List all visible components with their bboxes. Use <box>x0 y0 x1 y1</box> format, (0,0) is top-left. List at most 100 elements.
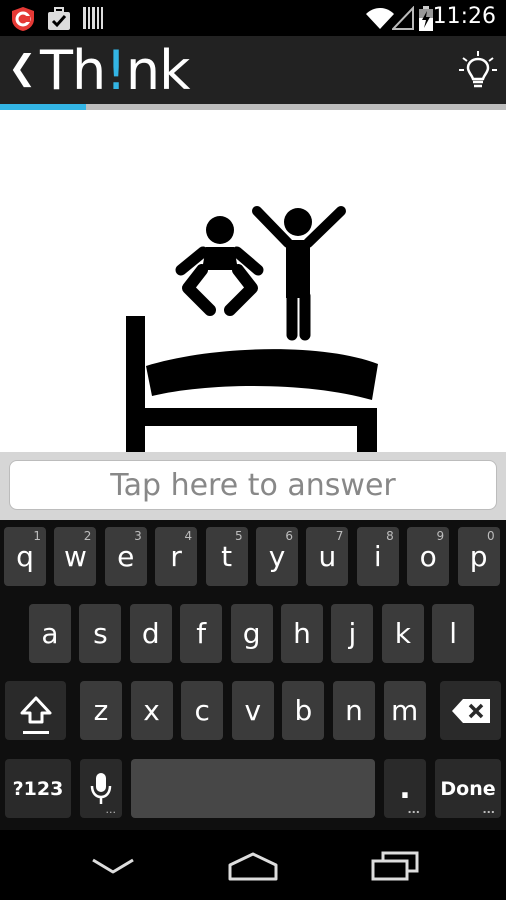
key-label: u <box>318 540 337 573</box>
shift-key[interactable] <box>5 681 66 740</box>
jumping-on-bed-pictogram <box>126 206 378 452</box>
recent-apps-icon[interactable] <box>360 846 430 886</box>
key-label: g <box>242 617 261 650</box>
key-label: q <box>16 540 34 573</box>
key-label: i <box>373 540 382 573</box>
key-p[interactable]: 0p <box>457 527 500 586</box>
key-k[interactable]: k <box>381 604 424 663</box>
home-icon[interactable] <box>218 846 288 886</box>
backspace-icon <box>451 698 490 723</box>
done-key[interactable]: Done ... <box>435 759 501 818</box>
symbols-key-label: ?123 <box>12 777 64 800</box>
key-label: o <box>419 540 437 573</box>
briefcase-check-icon <box>46 6 72 36</box>
period-key[interactable]: . ... <box>384 759 426 818</box>
key-f[interactable]: f <box>180 604 223 663</box>
key-hint: 7 <box>335 529 344 543</box>
chevron-left-icon[interactable]: ❮ <box>8 48 37 88</box>
key-label: r <box>170 540 182 573</box>
key-label: d <box>141 617 160 650</box>
key-s[interactable]: s <box>79 604 122 663</box>
shield-app-icon <box>10 6 36 36</box>
key-hint: 5 <box>234 529 243 543</box>
clock: 11:26 <box>432 4 496 29</box>
key-m[interactable]: m <box>383 681 426 740</box>
key-d[interactable]: d <box>129 604 172 663</box>
key-hint: 0 <box>486 529 495 543</box>
answer-input[interactable] <box>9 460 497 510</box>
barcode-icon <box>82 6 104 34</box>
key-label: n <box>345 694 363 727</box>
app-title[interactable]: Th!nk <box>40 39 190 102</box>
key-a[interactable]: a <box>29 604 71 663</box>
key-label: t <box>221 540 233 573</box>
puzzle-area <box>0 110 506 452</box>
key-g[interactable]: g <box>230 604 273 663</box>
key-label: y <box>268 540 286 573</box>
shift-icon <box>20 696 51 723</box>
navigation-bar <box>0 830 506 900</box>
space-key[interactable] <box>131 759 375 818</box>
key-hint: 6 <box>285 529 293 543</box>
key-hint: 1 <box>33 529 41 543</box>
period-more-dots: ... <box>407 803 420 816</box>
soft-keyboard: ?123 ... . ... Done ... 1q2w3e4r5t6y7u8i… <box>0 520 506 830</box>
key-t[interactable]: 5t <box>205 527 248 586</box>
key-w[interactable]: 2w <box>54 527 97 586</box>
hide-keyboard-icon[interactable] <box>78 846 148 886</box>
app-bar: ❮ Th!nk <box>0 36 506 104</box>
key-hint: 8 <box>386 529 394 543</box>
key-q[interactable]: 1q <box>4 527 46 586</box>
wifi-icon <box>366 6 394 34</box>
key-label: w <box>63 540 87 573</box>
key-n[interactable]: n <box>333 681 375 740</box>
key-v[interactable]: v <box>231 681 274 740</box>
key-b[interactable]: b <box>282 681 325 740</box>
key-label: a <box>41 617 59 650</box>
key-y[interactable]: 6y <box>256 527 298 586</box>
key-o[interactable]: 9o <box>407 527 450 586</box>
mic-more-dots: ... <box>105 803 117 816</box>
key-e[interactable]: 3e <box>104 527 147 586</box>
app-title-part2: nk <box>125 39 190 102</box>
microphone-icon <box>90 772 112 804</box>
key-label: z <box>93 694 109 727</box>
key-hint: 9 <box>436 529 445 543</box>
key-u[interactable]: 7u <box>306 527 349 586</box>
key-l[interactable]: l <box>432 604 475 663</box>
key-label: s <box>93 617 108 650</box>
signal-icon <box>390 5 414 34</box>
key-c[interactable]: c <box>181 681 224 740</box>
key-j[interactable]: j <box>331 604 374 663</box>
answer-bar <box>0 452 506 520</box>
key-z[interactable]: z <box>80 681 122 740</box>
key-label: b <box>294 694 313 727</box>
key-label: l <box>449 617 458 650</box>
key-label: h <box>293 617 311 650</box>
backspace-key[interactable] <box>440 681 501 740</box>
key-h[interactable]: h <box>281 604 323 663</box>
key-r[interactable]: 4r <box>155 527 198 586</box>
microphone-key[interactable]: ... <box>80 759 122 818</box>
key-label: c <box>194 694 210 727</box>
key-label: e <box>117 540 135 573</box>
period-key-label: . <box>399 771 411 806</box>
key-i[interactable]: 8i <box>356 527 399 586</box>
app-title-accent: ! <box>105 39 127 102</box>
key-label: f <box>196 617 207 650</box>
key-label: x <box>143 694 160 727</box>
key-hint: 2 <box>83 529 92 543</box>
lightbulb-icon[interactable] <box>458 50 498 94</box>
key-hint: 4 <box>184 529 193 543</box>
symbols-key[interactable]: ?123 <box>5 759 71 818</box>
key-label: p <box>469 540 488 573</box>
key-label: j <box>348 617 357 650</box>
app-title-part1: Th <box>40 39 106 102</box>
key-hint: 3 <box>134 529 142 543</box>
key-label: v <box>244 694 262 727</box>
done-key-label: Done <box>440 777 496 800</box>
battery-charging-icon <box>418 6 434 36</box>
status-bar: 11:26 <box>0 0 506 36</box>
key-x[interactable]: x <box>130 681 173 740</box>
key-label: k <box>394 617 411 650</box>
